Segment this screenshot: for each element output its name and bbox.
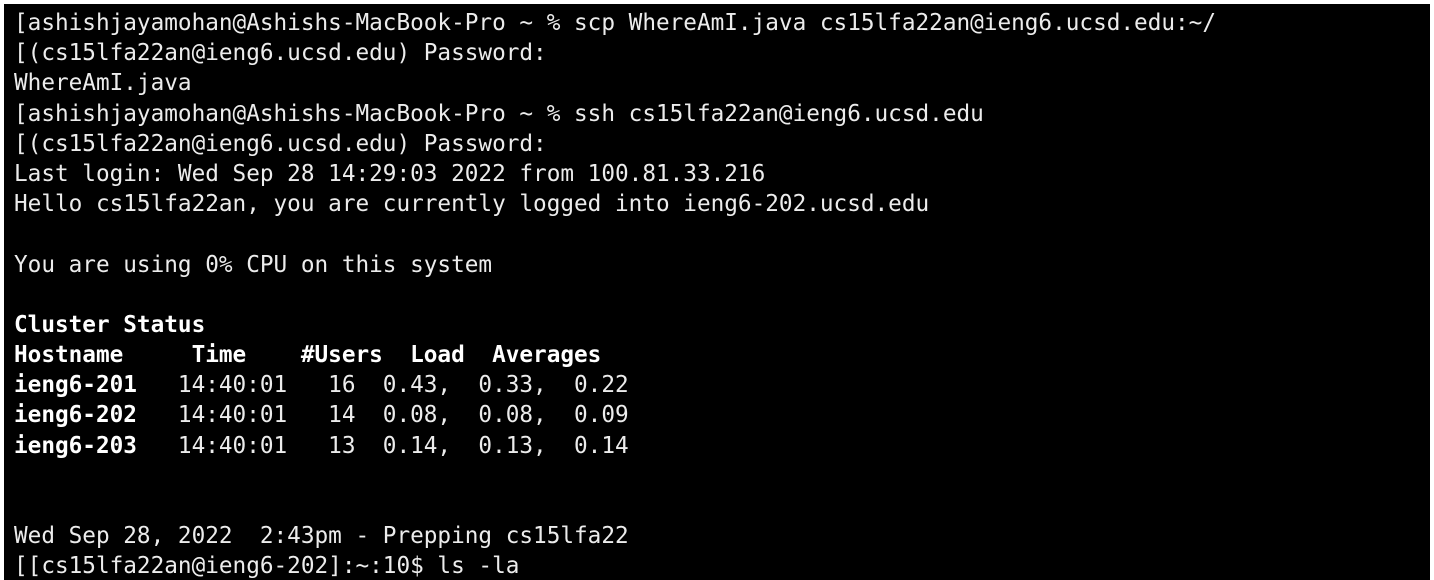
last-login-line: Last login: Wed Sep 28 14:29:03 2022 fro… [14, 160, 766, 187]
date-banner-line: Wed Sep 28, 2022 2:43pm - Prepping cs15l… [14, 523, 629, 550]
cluster-table-row: ieng6-203 14:40:01 13 0.14, 0.13, 0.14 [14, 431, 1424, 461]
password-prompt-line: [(cs15lfa22an@ieng6.ucsd.edu) Password: [14, 130, 547, 157]
scp-command-line: [ashishjayamohan@Ashishs-MacBook-Pro ~ %… [14, 10, 1216, 36]
cluster-status-heading: Cluster Status [14, 311, 206, 338]
cpu-usage-line: You are using 0% CPU on this system [14, 251, 493, 278]
stats-cell: 14:40:01 14 0.08, 0.08, 0.09 [136, 402, 629, 429]
password-prompt-line: [(cs15lfa22an@ieng6.ucsd.edu) Password: [14, 40, 547, 67]
hostname-cell: ieng6-201 [14, 372, 137, 399]
scp-output-line: WhereAmI.java [14, 70, 192, 97]
cluster-table-row: ieng6-201 14:40:01 16 0.43, 0.33, 0.22 [14, 370, 1424, 400]
hello-line: Hello cs15lfa22an, you are currently log… [14, 191, 930, 218]
terminal-window[interactable]: [ashishjayamohan@Ashishs-MacBook-Pro ~ %… [4, 4, 1430, 580]
stats-cell: 14:40:01 13 0.14, 0.13, 0.14 [136, 432, 629, 459]
hostname-cell: ieng6-202 [14, 402, 137, 429]
hostname-cell: ieng6-203 [14, 432, 137, 459]
cluster-table-row: ieng6-202 14:40:01 14 0.08, 0.08, 0.09 [14, 400, 1424, 430]
terminal-output: [ashishjayamohan@Ashishs-MacBook-Pro ~ %… [14, 8, 1424, 580]
cluster-table-header: Hostname Time #Users Load Averages [14, 342, 602, 369]
ssh-command-line: [ashishjayamohan@Ashishs-MacBook-Pro ~ %… [14, 100, 984, 127]
stats-cell: 14:40:01 16 0.43, 0.33, 0.22 [136, 372, 629, 399]
shell-prompt-line[interactable]: [[cs15lfa22an@ieng6-202]:~:10$ ls -la [14, 551, 1424, 580]
